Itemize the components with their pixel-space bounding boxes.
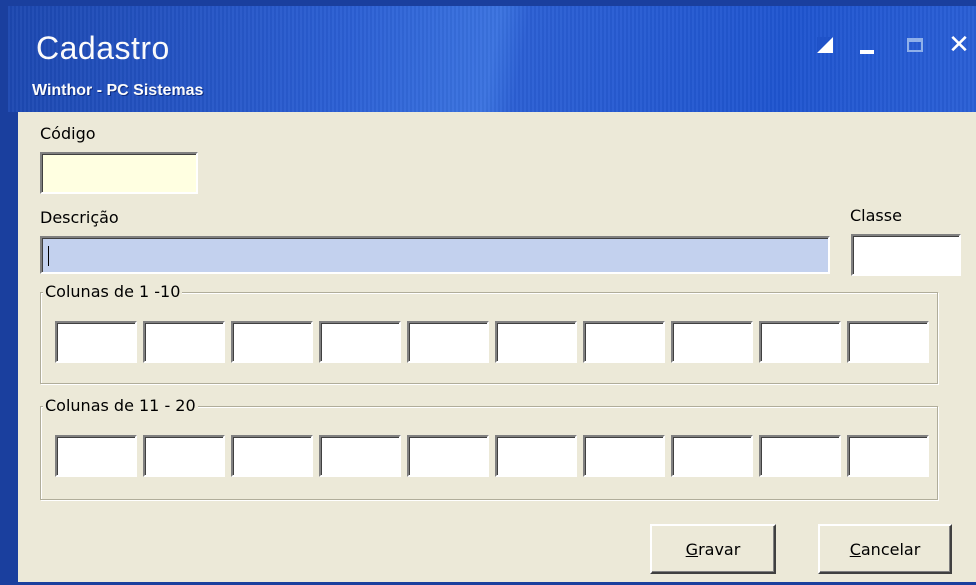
- cadastro-window: Cadastro Winthor - PC Sistemas ✕ Código …: [0, 0, 976, 585]
- coluna-11-input[interactable]: [55, 435, 137, 477]
- colunas-1-10-group: Colunas de 1 -10: [40, 282, 938, 384]
- classe-input[interactable]: [851, 234, 961, 276]
- coluna-5-input[interactable]: [407, 321, 489, 363]
- edit-icon[interactable]: [814, 34, 836, 56]
- coluna-17-input[interactable]: [583, 435, 665, 477]
- coluna-2-input[interactable]: [143, 321, 225, 363]
- coluna-20-input[interactable]: [847, 435, 929, 477]
- gravar-accelerator: G: [685, 539, 699, 559]
- coluna-13-input[interactable]: [231, 435, 313, 477]
- maximize-icon[interactable]: [904, 34, 926, 56]
- coluna-4-input[interactable]: [319, 321, 401, 363]
- gravar-button[interactable]: Gravar: [650, 524, 776, 574]
- coluna-14-input[interactable]: [319, 435, 401, 477]
- descricao-input[interactable]: [40, 236, 830, 274]
- colunas-11-20-label: Colunas de 11 - 20: [43, 396, 198, 415]
- text-caret: [48, 246, 49, 266]
- gravar-label: ravar: [698, 539, 741, 559]
- coluna-19-input[interactable]: [759, 435, 841, 477]
- coluna-9-input[interactable]: [759, 321, 841, 363]
- coluna-12-input[interactable]: [143, 435, 225, 477]
- descricao-label: Descrição: [40, 208, 119, 227]
- window-title: Cadastro: [36, 30, 170, 66]
- window-subtitle: Winthor - PC Sistemas: [32, 82, 204, 99]
- coluna-16-input[interactable]: [495, 435, 577, 477]
- colunas-11-20-group: Colunas de 11 - 20: [40, 396, 938, 500]
- close-icon[interactable]: ✕: [948, 30, 970, 60]
- coluna-1-input[interactable]: [55, 321, 137, 363]
- title-bar[interactable]: Cadastro Winthor - PC Sistemas ✕: [8, 6, 976, 112]
- coluna-6-input[interactable]: [495, 321, 577, 363]
- coluna-8-input[interactable]: [671, 321, 753, 363]
- colunas-1-10-label: Colunas de 1 -10: [43, 282, 183, 301]
- coluna-15-input[interactable]: [407, 435, 489, 477]
- coluna-18-input[interactable]: [671, 435, 753, 477]
- cancelar-accelerator: C: [849, 539, 861, 559]
- coluna-10-input[interactable]: [847, 321, 929, 363]
- form-area: Código Descrição Classe Colunas de 1 -10…: [18, 112, 976, 582]
- classe-label: Classe: [850, 206, 902, 225]
- coluna-3-input[interactable]: [231, 321, 313, 363]
- cancelar-label: ancelar: [860, 539, 921, 559]
- coluna-7-input[interactable]: [583, 321, 665, 363]
- cancelar-button[interactable]: Cancelar: [818, 524, 952, 574]
- minimize-icon[interactable]: [856, 34, 878, 56]
- codigo-input[interactable]: [40, 152, 198, 194]
- codigo-label: Código: [40, 124, 96, 143]
